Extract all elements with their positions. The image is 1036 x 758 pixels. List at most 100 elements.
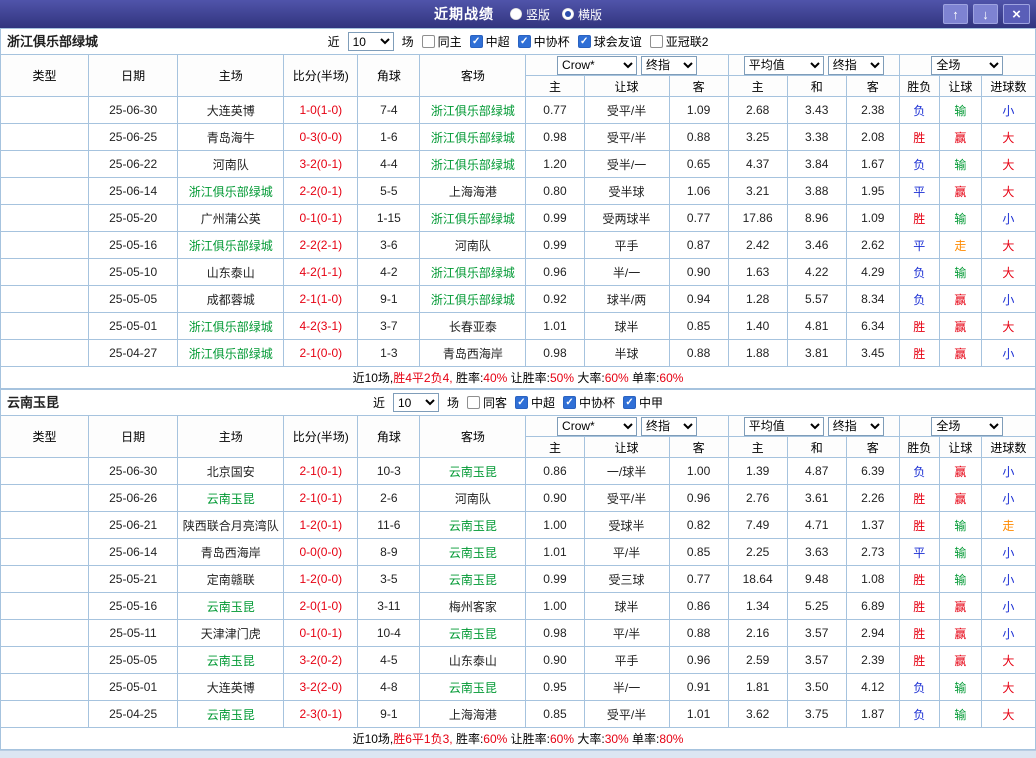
checkbox-label: 中甲 [639,396,664,410]
move-down-button[interactable]: ↓ [973,4,998,24]
view-mode-radio[interactable]: 竖版 [509,6,550,23]
checkbox-icon[interactable] [469,35,483,48]
match-row: 中超 25-05-01 大连英博 3-2(2-0) 4-8 云南玉昆 0.95 半/一 0.91… [0,673,1036,701]
league-filter-checkbox[interactable]: 中协杯 [563,394,615,411]
asian-home-odds: 0.85 [525,700,585,728]
handicap-result-cell: 输 [938,96,982,124]
checkbox-icon[interactable] [515,396,528,409]
recent-count-select[interactable]: 10 [347,32,394,51]
goals-result-cell: 大 [980,673,1036,701]
asian-home-odds: 0.98 [525,619,585,647]
sub-column-header: 让球 [938,75,982,97]
league-filter-checkbox[interactable]: 球会友谊 [577,33,642,50]
league-filter-checkbox[interactable]: 同客 [466,394,507,411]
checkbox-icon[interactable] [649,35,663,48]
checkbox-icon[interactable] [577,35,591,48]
radio-icon[interactable] [562,8,574,20]
home-team-cell: 定南赣联 [177,565,285,593]
asian-handicap-line: 球半 [583,312,670,340]
sub-column-header: 客 [845,436,900,458]
score-cell: 2-0(1-0) [283,592,359,620]
league-filter-checkbox[interactable]: 中超 [469,33,510,50]
home-team-cell: 大连英博 [177,96,285,124]
asian-home-odds: 0.77 [525,96,585,124]
euro-home-odds: 3.21 [727,177,788,205]
league-filter-checkbox[interactable]: 中甲 [623,394,663,411]
handicap-result-cell: 赢 [938,646,982,674]
outcome-cell: 平 [898,538,940,566]
score-cell: 0-1(0-1) [283,619,359,647]
league-filter-checkbox[interactable]: 中协杯 [517,33,570,50]
checkbox-icon[interactable] [466,396,480,409]
date-cell: 25-04-25 [88,700,179,728]
home-team-cell: 云南玉昆 [177,646,285,674]
goals-result-cell: 大 [980,150,1036,178]
euro-home-odds: 1.88 [727,339,788,367]
asian-handicap-line: 受半球 [583,177,670,205]
euro-home-odds: 17.86 [727,204,788,232]
sub-column-header: 让球 [938,436,982,458]
euro-away-odds: 6.39 [845,457,900,485]
checkbox-icon[interactable] [517,35,531,48]
league-filter-checkbox[interactable]: 亚冠联2 [649,33,708,50]
euro-odds-stage-select[interactable]: 终指 [827,55,884,75]
asian-away-odds: 0.91 [668,673,729,701]
column-header: 日期 [88,415,179,458]
checkbox-label: 球会友谊 [593,35,642,49]
away-team-cell: 山东泰山 [419,646,527,674]
sub-column-header: 主 [525,75,585,97]
league-filter-checkbox[interactable]: 同主 [421,33,462,50]
home-team-cell: 浙江俱乐部绿城 [177,231,285,259]
asian-odds-company-select[interactable]: Crow* [557,416,638,436]
match-row: 中超 25-06-26 云南玉昆 2-1(0-1) 2-6 河南队 0.90 受平/半 0.96… [0,484,1036,512]
result-scope-select[interactable]: 全场 [931,55,1004,75]
goals-result-cell: 大 [980,258,1036,286]
asian-home-odds: 0.98 [525,339,585,367]
euro-draw-odds: 9.48 [786,565,847,593]
euro-odds-company-select[interactable]: 平均值 [743,416,824,436]
asian-home-odds: 0.90 [525,646,585,674]
close-button[interactable]: × [1003,4,1030,24]
recent-count-select[interactable]: 10 [392,393,439,412]
checkbox-icon[interactable] [563,396,577,409]
away-team-cell: 云南玉昆 [419,511,527,539]
away-team-cell: 上海海港 [419,177,527,205]
date-cell: 25-06-25 [88,123,179,151]
date-cell: 25-06-14 [88,538,179,566]
radio-icon[interactable] [509,8,522,20]
home-team-cell: 天津津门虎 [177,619,285,647]
euro-odds-stage-select[interactable]: 终指 [827,416,884,436]
asian-handicap-line: 受平/半 [583,123,670,151]
away-team-cell: 梅州客家 [419,592,527,620]
euro-away-odds: 6.89 [845,592,900,620]
summary-label: 单率: [628,732,660,746]
summary-value: 胜4平2负4, [393,371,453,385]
result-scope-select[interactable]: 全场 [931,416,1004,436]
score-cell: 0-3(0-0) [283,123,359,151]
asian-handicap-line: 平手 [583,646,670,674]
asian-odds-controls: Crow* 终指 [525,54,729,76]
column-header: 比分(半场) [283,54,359,97]
asian-odds-stage-select[interactable]: 终指 [641,416,698,436]
asian-handicap-line: 受三球 [583,565,670,593]
asian-home-odds: 1.00 [525,592,585,620]
view-mode-radio[interactable]: 横版 [562,6,602,23]
asian-handicap-line: 受两球半 [583,204,670,232]
move-up-button[interactable]: ↑ [943,4,968,24]
euro-draw-odds: 3.50 [786,673,847,701]
checkbox-icon[interactable] [623,396,637,409]
euro-away-odds: 6.34 [845,312,900,340]
sub-column-header: 进球数 [980,436,1036,458]
asian-odds-company-select[interactable]: Crow* [557,55,638,75]
corners-cell: 1-6 [357,123,421,151]
match-row: 中超 25-06-14 青岛西海岸 0-0(0-0) 8-9 云南玉昆 1.01 平/半 0.8… [0,538,1036,566]
asian-handicap-line: 受平/半 [583,96,670,124]
column-header: 主场 [177,415,285,458]
away-team-cell: 云南玉昆 [419,538,527,566]
euro-odds-company-select[interactable]: 平均值 [743,55,824,75]
date-cell: 25-06-22 [88,150,179,178]
summary-label: 大率: [574,732,605,746]
asian-odds-stage-select[interactable]: 终指 [641,55,698,75]
checkbox-icon[interactable] [421,35,435,48]
league-filter-checkbox[interactable]: 中超 [515,394,555,411]
